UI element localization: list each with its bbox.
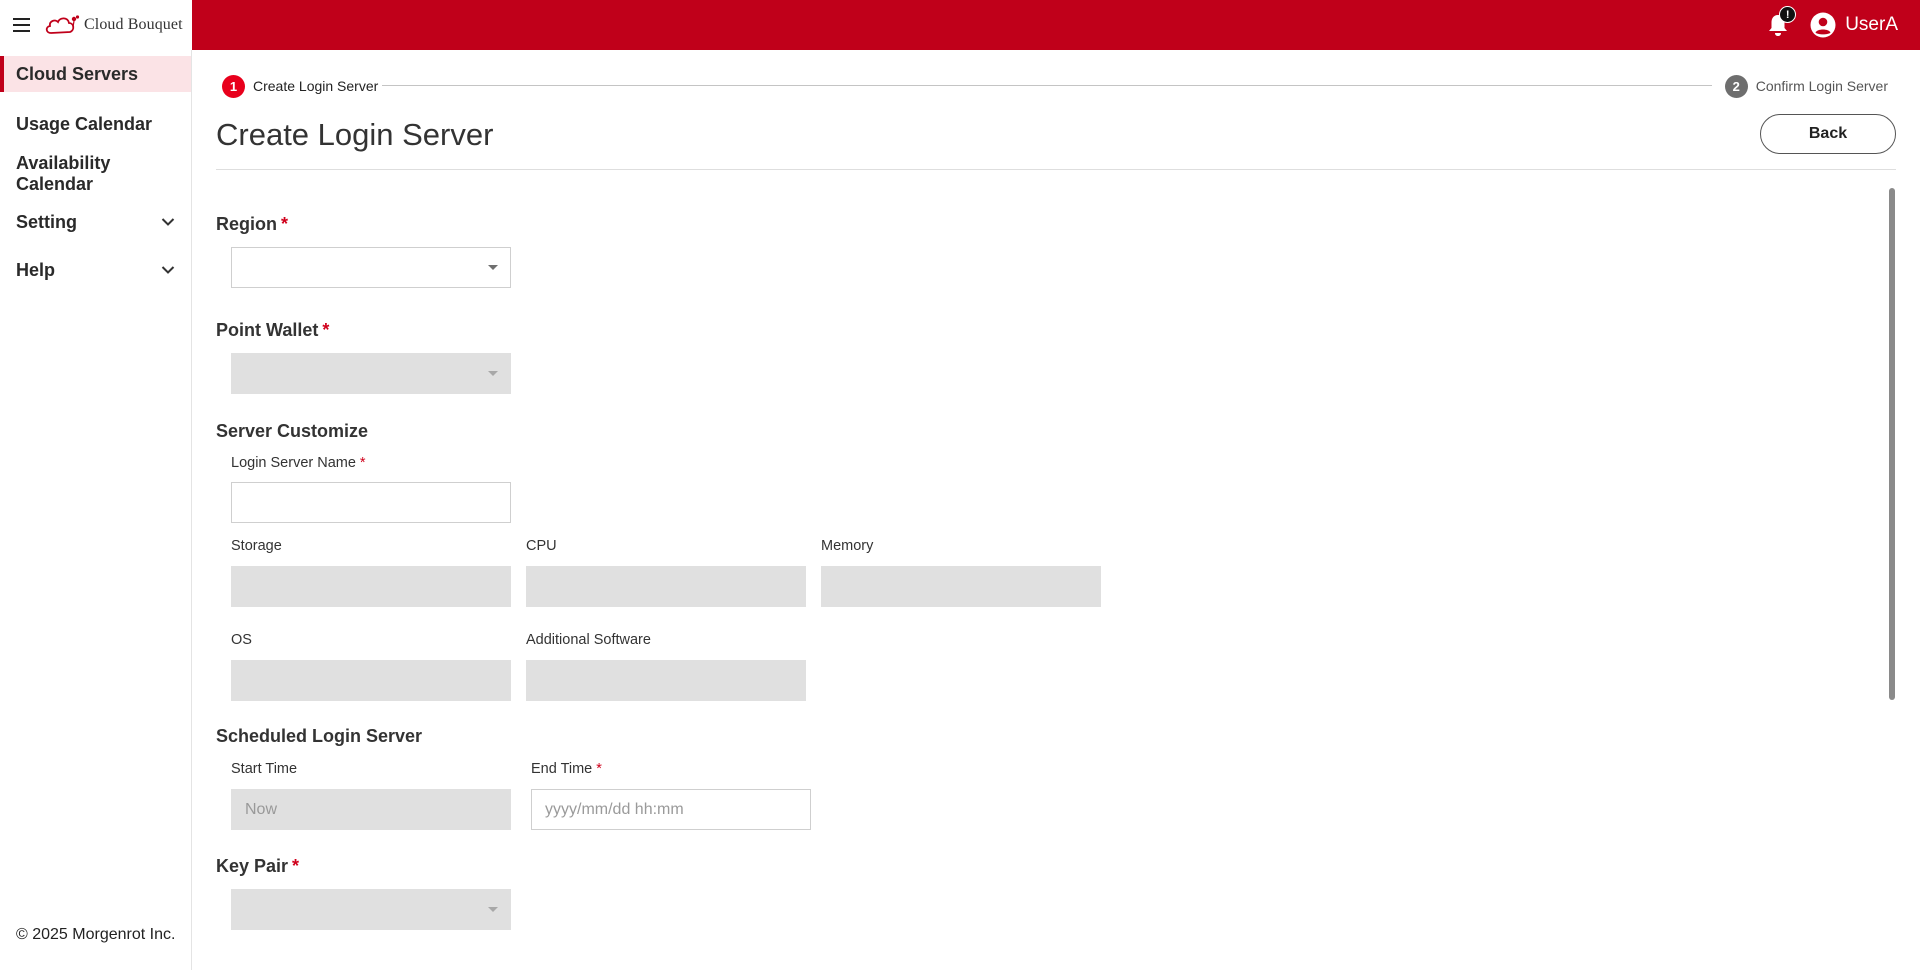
end-time-label: End Time * [531, 761, 602, 777]
required-mark: * [281, 214, 289, 234]
login-server-name-input[interactable] [231, 482, 511, 523]
required-mark: * [322, 320, 330, 340]
end-time-placeholder: yyyy/mm/dd hh:mm [545, 800, 684, 818]
required-mark: * [359, 455, 366, 471]
step-number: 1 [222, 74, 245, 98]
chevron-down-icon [161, 266, 175, 274]
start-time-value: Now [245, 800, 278, 818]
notifications-button[interactable]: ! [1764, 6, 1797, 40]
key-pair-select [231, 889, 511, 930]
caret-down-icon [488, 371, 498, 376]
region-label: Region * [216, 214, 289, 234]
caret-down-icon [488, 907, 498, 912]
notification-badge: ! [1779, 6, 1797, 23]
point-wallet-select [231, 353, 511, 394]
required-mark: * [292, 856, 300, 876]
sidebar-item-setting[interactable]: Setting [0, 204, 191, 240]
stepper-line [382, 85, 1712, 86]
sidebar-item-label: Setting [16, 211, 77, 232]
cpu-label: CPU [526, 538, 557, 554]
step-label: Confirm Login Server [1755, 78, 1888, 94]
required-mark: * [596, 761, 602, 777]
step-label: Create Login Server [253, 78, 379, 94]
cpu-field [526, 566, 806, 607]
login-server-name-label: Login Server Name * [231, 455, 366, 471]
sidebar-item-cloud-servers[interactable]: Cloud Servers [0, 56, 191, 92]
sidebar-item-usage-calendar[interactable]: Usage Calendar [0, 106, 191, 142]
brand-name: Cloud Bouquet [84, 16, 183, 33]
end-time-input[interactable]: yyyy/mm/dd hh:mm [531, 789, 811, 830]
sidebar: Cloud Servers Usage Calendar Availabilit… [0, 50, 192, 970]
stepper: 1 Create Login Server 2 Confirm Login Se… [222, 74, 1888, 98]
sidebar-item-label: Help [16, 259, 56, 280]
copyright: © 2025 Morgenrot Inc. [16, 926, 176, 943]
back-button[interactable]: Back [1760, 114, 1896, 154]
scrollbar-thumb[interactable] [1889, 188, 1895, 700]
storage-label: Storage [231, 538, 282, 554]
storage-field [231, 566, 511, 607]
brand-area: Cloud Bouquet [0, 0, 192, 50]
memory-field [821, 566, 1101, 607]
chevron-down-icon [161, 218, 175, 226]
step-number: 2 [1724, 74, 1748, 98]
cloud-bouquet-logo-icon [45, 15, 80, 34]
sidebar-item-label: Availability Calendar [16, 153, 111, 194]
scheduled-login-server-heading: Scheduled Login Server [216, 726, 423, 746]
sidebar-item-availability-calendar[interactable]: Availability Calendar [0, 150, 191, 198]
start-time-field: Now [231, 789, 511, 830]
step-confirm: 2 Confirm Login Server [1724, 74, 1888, 98]
top-bar: Cloud Bouquet ! UserA [0, 0, 1920, 50]
os-field [231, 660, 511, 701]
main-content: 1 Create Login Server 2 Confirm Login Se… [192, 50, 1920, 970]
point-wallet-label: Point Wallet * [216, 320, 330, 340]
divider [216, 169, 1896, 170]
menu-button[interactable] [0, 0, 44, 50]
sidebar-item-label: Cloud Servers [16, 63, 139, 84]
user-menu[interactable]: UserA [1810, 12, 1898, 38]
sidebar-item-help[interactable]: Help [0, 252, 191, 288]
sidebar-item-label: Usage Calendar [16, 113, 153, 134]
account-circle-icon [1810, 12, 1836, 38]
header-actions: ! UserA [1764, 0, 1898, 50]
step-create: 1 Create Login Server [222, 74, 378, 98]
user-name: UserA [1845, 14, 1898, 35]
caret-down-icon [488, 265, 498, 270]
additional-software-field [526, 660, 806, 701]
key-pair-label: Key Pair * [216, 856, 300, 876]
server-customize-heading: Server Customize [216, 421, 369, 441]
memory-label: Memory [821, 538, 874, 554]
os-label: OS [231, 632, 252, 648]
page-title: Create Login Server [216, 117, 494, 152]
logo[interactable]: Cloud Bouquet [44, 14, 183, 36]
start-time-label: Start Time [231, 761, 298, 777]
region-select[interactable] [231, 247, 511, 288]
additional-software-label: Additional Software [526, 632, 651, 648]
menu-icon [13, 18, 30, 32]
